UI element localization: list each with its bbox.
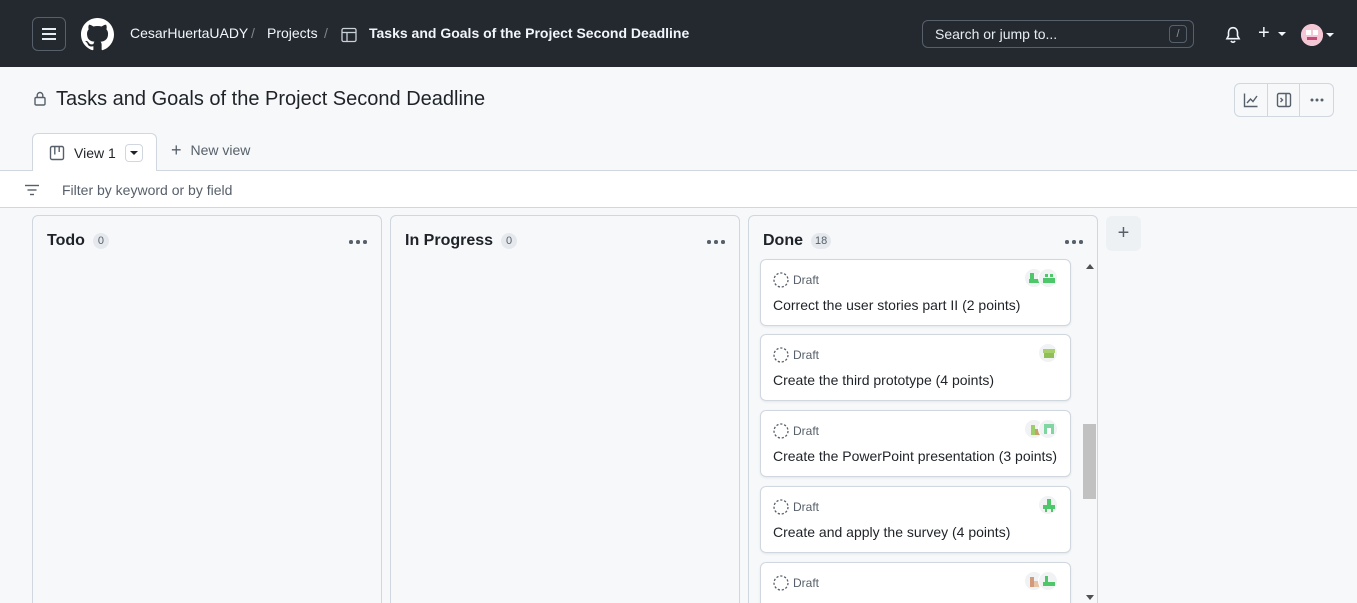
column-count: 0 xyxy=(92,233,109,249)
card-title[interactable]: Create the third prototype (4 points) xyxy=(773,372,994,388)
assignee-avatar xyxy=(1038,495,1058,515)
insights-button[interactable] xyxy=(1235,84,1268,116)
card-status: Draft xyxy=(793,500,820,514)
add-column-button[interactable]: + xyxy=(1106,216,1141,251)
sidebar-expand-icon xyxy=(1276,92,1291,108)
board-card[interactable]: Draft Correct the user stories part II (… xyxy=(760,259,1071,326)
filter-icon xyxy=(25,184,39,196)
graph-icon xyxy=(1243,93,1258,108)
breadcrumb-projects[interactable]: Projects xyxy=(267,25,318,41)
github-logo-icon[interactable] xyxy=(81,18,114,51)
card-assignees[interactable] xyxy=(1038,495,1058,515)
column-count: 0 xyxy=(501,233,518,249)
search-input[interactable]: Search or jump to... / xyxy=(922,20,1194,48)
search-shortcut-key: / xyxy=(1169,25,1187,43)
breadcrumb-separator: / xyxy=(324,25,328,41)
board-card[interactable]: Draft Create and apply the survey (4 poi… xyxy=(760,486,1071,553)
create-new-button[interactable]: + xyxy=(1258,23,1270,43)
board-card[interactable]: Draft Create the PowerPoint presentation… xyxy=(760,410,1071,477)
plus-icon: + xyxy=(171,140,182,160)
filter-input[interactable]: Filter by keyword or by field xyxy=(62,182,232,198)
global-header: CesarHuertaUADY / Projects / Tasks and G… xyxy=(0,0,1357,67)
board-column-done: Done 18 Draft Correct the user stories p… xyxy=(748,215,1098,603)
column-menu-button[interactable] xyxy=(349,240,367,244)
column-title: Todo xyxy=(47,232,85,249)
assignee-avatar xyxy=(1038,419,1058,439)
view-options-dropdown[interactable] xyxy=(124,143,143,162)
menu-button[interactable] xyxy=(32,17,66,51)
page-title: Tasks and Goals of the Project Second De… xyxy=(56,88,486,110)
board-card[interactable]: Draft xyxy=(760,562,1071,603)
card-assignees[interactable] xyxy=(1038,343,1058,363)
draft-issue-icon xyxy=(773,499,789,515)
card-title[interactable]: Correct the user stories part II (2 poin… xyxy=(773,297,1020,313)
new-view-label: New view xyxy=(190,142,251,158)
card-assignees[interactable] xyxy=(1024,419,1058,439)
breadcrumb-project[interactable]: Tasks and Goals of the Project Second De… xyxy=(369,25,689,41)
draft-issue-icon xyxy=(773,575,789,591)
scroll-down-arrow-icon[interactable] xyxy=(1086,595,1094,600)
column-title: In Progress xyxy=(405,232,494,249)
column-count: 18 xyxy=(811,233,832,249)
card-status: Draft xyxy=(793,273,820,287)
filter-bar: Filter by keyword or by field xyxy=(0,170,1357,208)
draft-issue-icon xyxy=(773,423,789,439)
board-column-todo: Todo 0 xyxy=(32,215,382,603)
more-options-button[interactable] xyxy=(1300,84,1333,116)
kebab-horizontal-icon xyxy=(1310,98,1324,102)
column-title: Done xyxy=(763,232,803,249)
column-menu-button[interactable] xyxy=(707,240,725,244)
new-view-button[interactable]: + New view xyxy=(171,140,251,160)
breadcrumb-separator: / xyxy=(251,25,255,41)
breadcrumb-owner[interactable]: CesarHuertaUADY xyxy=(130,25,248,41)
board-column-in-progress: In Progress 0 xyxy=(390,215,740,603)
card-status: Draft xyxy=(793,424,820,438)
tab-label: View 1 xyxy=(74,144,116,161)
card-status: Draft xyxy=(793,348,820,362)
scrollbar-thumb[interactable] xyxy=(1083,424,1096,499)
column-scrollbar[interactable] xyxy=(1083,261,1097,603)
draft-issue-icon xyxy=(773,347,789,363)
assignee-avatar xyxy=(1038,571,1058,591)
chevron-down-icon[interactable] xyxy=(1326,33,1334,37)
tab-view-1[interactable]: View 1 xyxy=(32,133,157,171)
card-title[interactable]: Create the PowerPoint presentation (3 po… xyxy=(773,448,1057,464)
card-assignees[interactable] xyxy=(1024,571,1058,591)
bell-icon[interactable] xyxy=(1224,26,1242,44)
side-panel-button[interactable] xyxy=(1268,84,1301,116)
avatar-image-icon xyxy=(1301,24,1323,46)
lock-icon xyxy=(34,91,46,106)
card-status: Draft xyxy=(793,576,820,590)
search-placeholder: Search or jump to... xyxy=(935,26,1058,42)
hamburger-icon xyxy=(42,33,56,35)
project-actions xyxy=(1234,83,1334,117)
triangle-down-icon xyxy=(129,150,138,155)
column-menu-button[interactable] xyxy=(1065,240,1083,244)
user-avatar[interactable] xyxy=(1301,24,1323,46)
draft-issue-icon xyxy=(773,272,789,288)
board-icon xyxy=(49,145,65,160)
board-card[interactable]: Draft Create the third prototype (4 poin… xyxy=(760,334,1071,401)
card-assignees[interactable] xyxy=(1024,268,1058,288)
scroll-up-arrow-icon[interactable] xyxy=(1086,264,1094,269)
assignee-avatar xyxy=(1038,343,1058,363)
table-icon xyxy=(341,27,357,43)
assignee-avatar xyxy=(1038,268,1058,288)
chevron-down-icon[interactable] xyxy=(1278,32,1286,36)
card-title[interactable]: Create and apply the survey (4 points) xyxy=(773,524,1010,540)
